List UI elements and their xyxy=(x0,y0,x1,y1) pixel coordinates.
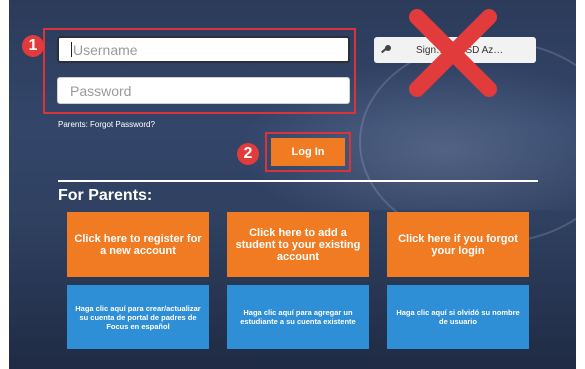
username-placeholder: Username xyxy=(73,41,138,58)
section-divider xyxy=(58,180,538,182)
text-cursor xyxy=(71,42,72,57)
key-icon xyxy=(374,44,398,56)
x-mark-icon xyxy=(409,9,497,97)
register-account-spanish-tile[interactable]: Haga clic aquí para crear/actualizar su … xyxy=(67,285,209,349)
add-student-spanish-tile[interactable]: Haga clic aquí para agregar un estudiant… xyxy=(227,285,369,349)
password-placeholder: Password xyxy=(70,82,132,99)
forgot-login-spanish-tile[interactable]: Haga clic aquí si olvidó su nombre de us… xyxy=(387,285,529,349)
for-parents-heading: For Parents: xyxy=(58,187,153,204)
username-field[interactable]: Username xyxy=(57,36,350,63)
register-account-tile[interactable]: Click here to register for a new account xyxy=(67,212,209,277)
password-field[interactable]: Password xyxy=(57,77,350,104)
step-2-badge: 2 xyxy=(237,143,259,165)
step-1-badge: 1 xyxy=(22,35,44,57)
forgot-login-tile[interactable]: Click here if you forgot your login xyxy=(387,212,529,277)
add-student-tile[interactable]: Click here to add a student to your exis… xyxy=(227,212,369,277)
login-button[interactable]: Log In xyxy=(271,138,345,166)
forgot-password-link[interactable]: Parents: Forgot Password? xyxy=(58,120,155,129)
